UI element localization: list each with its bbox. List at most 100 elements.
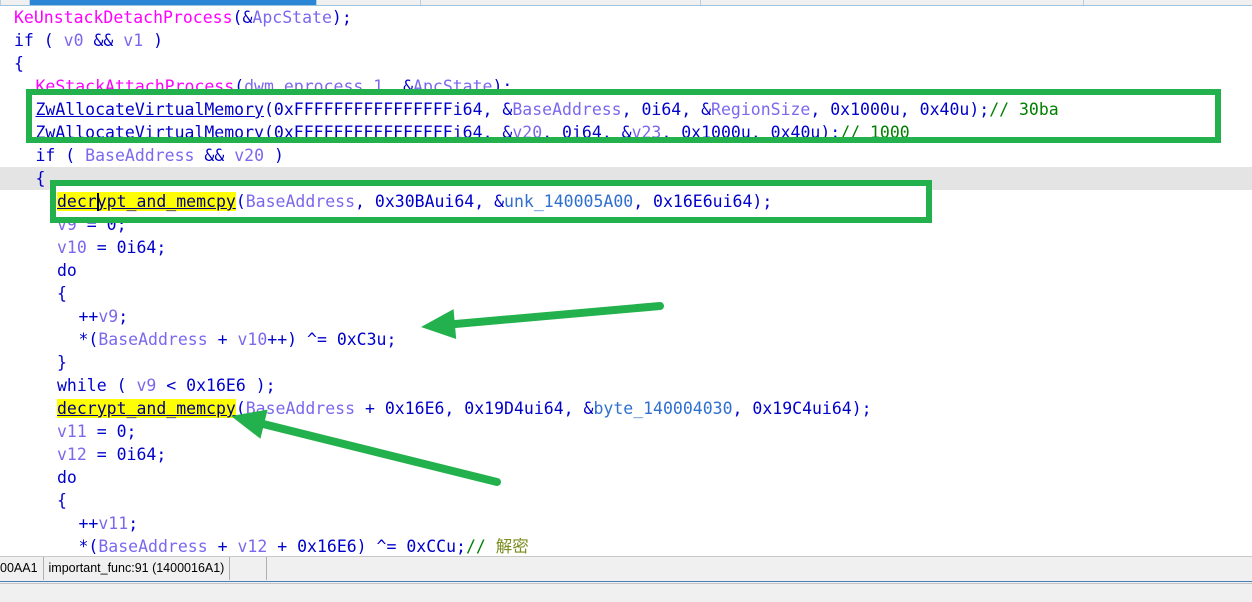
code-line[interactable]: ++v9; — [79, 305, 129, 328]
code-token[interactable]: ++ — [79, 514, 99, 533]
code-token[interactable]: v0 — [64, 31, 84, 50]
code-token[interactable]: + 0x16E6) ^= 0xCCu; — [267, 537, 466, 556]
code-line[interactable]: { — [36, 167, 46, 190]
code-token[interactable]: BaseAddress — [98, 537, 207, 556]
code-token[interactable]: ++) ^= 0xC3u; — [267, 330, 396, 349]
code-token[interactable]: ZwAllocateVirtualMemory — [36, 100, 264, 119]
code-line[interactable]: while ( v9 < 0x16E6 ); — [57, 374, 276, 397]
code-token[interactable]: // — [466, 537, 496, 556]
code-token[interactable]: , 0i64, & — [542, 123, 631, 142]
code-token[interactable]: unk_140005A00 — [504, 192, 633, 211]
code-line[interactable]: decrypt_and_memcpy(BaseAddress + 0x16E6,… — [57, 397, 872, 420]
code-token[interactable]: ; — [128, 514, 138, 533]
code-token[interactable]: BaseAddress — [246, 399, 355, 418]
code-token[interactable]: while ( — [57, 376, 136, 395]
code-line[interactable]: if ( BaseAddress && v20 ) — [36, 144, 284, 167]
code-token[interactable]: (& — [233, 8, 253, 27]
code-line[interactable]: do — [57, 466, 77, 489]
code-token[interactable]: BaseAddress — [85, 146, 194, 165]
code-token[interactable]: , 0x1000u, 0x40u); — [810, 100, 989, 119]
code-token[interactable]: // 30ba — [989, 100, 1059, 119]
code-token[interactable]: } — [57, 353, 67, 372]
code-line[interactable]: KeUnstackDetachProcess(&ApcState); — [14, 6, 352, 29]
code-token[interactable]: , 0x16E6ui64); — [633, 192, 772, 211]
code-token[interactable]: { — [57, 284, 67, 303]
code-token[interactable]: v20 — [234, 146, 264, 165]
code-token[interactable]: = 0; — [77, 215, 127, 234]
code-token[interactable]: { — [36, 169, 46, 188]
code-token[interactable]: v12 — [237, 537, 267, 556]
code-token[interactable]: ); — [332, 8, 352, 27]
code-token[interactable]: ) — [264, 146, 284, 165]
code-token[interactable]: = 0i64; — [87, 238, 167, 257]
code-token[interactable]: ); — [493, 77, 513, 96]
code-token[interactable]: // 1000 — [840, 123, 910, 142]
code-token[interactable]: ++ — [79, 307, 99, 326]
code-line[interactable]: *(BaseAddress + v12 + 0x16E6) ^= 0xCCu;/… — [79, 535, 529, 556]
code-token[interactable]: , 0x30BAui64, & — [355, 192, 504, 211]
code-token[interactable]: v1 — [123, 31, 143, 50]
code-line[interactable]: v10 = 0i64; — [57, 236, 166, 259]
code-line[interactable]: v11 = 0; — [57, 420, 136, 443]
code-token[interactable]: , 0x1000u, 0x40u); — [661, 123, 840, 142]
code-line[interactable]: } — [57, 351, 67, 374]
code-token[interactable]: + — [208, 330, 238, 349]
code-token[interactable]: do — [57, 468, 77, 487]
code-line[interactable]: KeStackAttachProcess(dwm_eprocess_1, &Ap… — [36, 75, 513, 98]
code-token[interactable]: = 0; — [87, 422, 137, 441]
code-token[interactable]: ( — [236, 399, 246, 418]
code-line[interactable]: v9 = 0; — [57, 213, 127, 236]
code-token[interactable]: decrypt_and_memcpy — [57, 399, 236, 418]
code-token[interactable]: 解密 — [496, 537, 529, 556]
code-token[interactable]: + — [208, 537, 238, 556]
code-line[interactable]: do — [57, 259, 77, 282]
code-token[interactable]: + 0x16E6, 0x19D4ui64, & — [355, 399, 594, 418]
code-token[interactable]: , 0x19C4ui64); — [733, 399, 872, 418]
code-line[interactable]: { — [14, 52, 24, 75]
code-token[interactable]: < 0x16E6 ); — [156, 376, 275, 395]
code-token[interactable]: byte_140004030 — [593, 399, 732, 418]
code-token[interactable]: v11 — [98, 514, 128, 533]
code-token[interactable]: KeUnstackDetachProcess — [14, 8, 233, 27]
code-token[interactable]: v20 — [512, 123, 542, 142]
code-token[interactable]: do — [57, 261, 77, 280]
active-tab-indicator[interactable] — [30, 0, 316, 5]
code-token[interactable]: ApcState — [252, 8, 331, 27]
code-token[interactable]: ApcState — [413, 77, 492, 96]
code-line[interactable]: v12 = 0i64; — [57, 443, 166, 466]
code-token[interactable]: { — [14, 54, 24, 73]
code-token[interactable]: RegionSize — [711, 100, 810, 119]
code-token[interactable]: ; — [118, 307, 128, 326]
code-token[interactable]: BaseAddress — [512, 100, 621, 119]
code-line[interactable]: if ( v0 && v1 ) — [14, 29, 163, 52]
code-token[interactable]: (0xFFFFFFFFFFFFFFFFi64, & — [264, 123, 512, 142]
code-token[interactable]: v12 — [57, 445, 87, 464]
code-token[interactable]: BaseAddress — [98, 330, 207, 349]
code-line[interactable]: ZwAllocateVirtualMemory(0xFFFFFFFFFFFFFF… — [36, 121, 910, 144]
code-token[interactable]: v10 — [237, 330, 267, 349]
code-token[interactable]: v10 — [57, 238, 87, 257]
code-token[interactable]: ( — [234, 77, 244, 96]
code-token[interactable]: && — [194, 146, 234, 165]
code-token[interactable]: ( — [236, 192, 246, 211]
code-token[interactable]: && — [84, 31, 124, 50]
code-token[interactable]: v11 — [57, 422, 87, 441]
code-line[interactable]: { — [57, 489, 67, 512]
code-token[interactable]: , & — [383, 77, 413, 96]
code-token[interactable]: KeStackAttachProcess — [36, 77, 235, 96]
code-token[interactable]: decrypt_and_memcpy — [57, 192, 236, 211]
code-token[interactable]: BaseAddress — [246, 192, 355, 211]
code-token[interactable]: (0xFFFFFFFFFFFFFFFFi64, & — [264, 100, 512, 119]
code-token[interactable]: v9 — [98, 307, 118, 326]
pseudocode-editor[interactable]: KeUnstackDetachProcess(&ApcState); if ( v… — [0, 6, 1252, 556]
code-line[interactable]: decrypt_and_memcpy(BaseAddress, 0x30BAui… — [57, 190, 772, 213]
code-token[interactable]: if ( — [36, 146, 86, 165]
code-token[interactable]: , 0i64, & — [622, 100, 711, 119]
code-line[interactable]: ZwAllocateVirtualMemory(0xFFFFFFFFFFFFFF… — [36, 98, 1059, 121]
code-line[interactable]: ++v11; — [79, 512, 139, 535]
code-token[interactable]: ) — [143, 31, 163, 50]
code-token[interactable]: v23 — [632, 123, 662, 142]
code-token[interactable]: dwm_eprocess_1 — [244, 77, 383, 96]
code-token[interactable]: *( — [79, 537, 99, 556]
code-token[interactable]: v9 — [136, 376, 156, 395]
